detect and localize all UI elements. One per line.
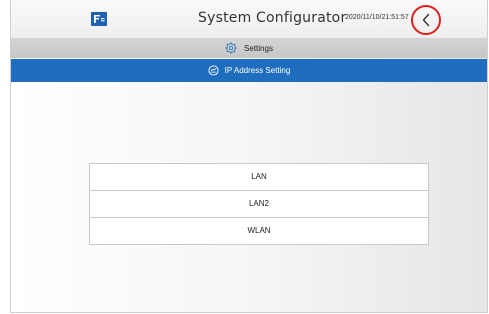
list-item-wlan[interactable]: WLAN <box>90 218 428 244</box>
ip-address-setting-label: IP Address Setting <box>224 66 291 75</box>
datetime-display: 2020/11/10/21:51:57 <box>345 14 409 21</box>
app-window: System Configurator 2020/11/10/21:51:57 … <box>10 0 488 313</box>
network-icon <box>208 65 219 76</box>
gear-icon <box>225 42 237 54</box>
title-bar: System Configurator 2020/11/10/21:51:57 <box>11 0 487 39</box>
settings-breadcrumb[interactable]: Settings <box>11 38 487 58</box>
ip-address-setting-header: IP Address Setting <box>11 59 487 82</box>
settings-label: Settings <box>244 43 273 53</box>
app-title: System Configurator <box>198 10 347 26</box>
back-button[interactable] <box>411 5 441 35</box>
list-item-lan2[interactable]: LAN2 <box>90 191 428 218</box>
chevron-left-icon <box>422 13 430 27</box>
fe-logo-icon <box>91 12 107 26</box>
interface-list: LAN LAN2 WLAN <box>89 163 429 245</box>
list-item-lan[interactable]: LAN <box>90 164 428 191</box>
